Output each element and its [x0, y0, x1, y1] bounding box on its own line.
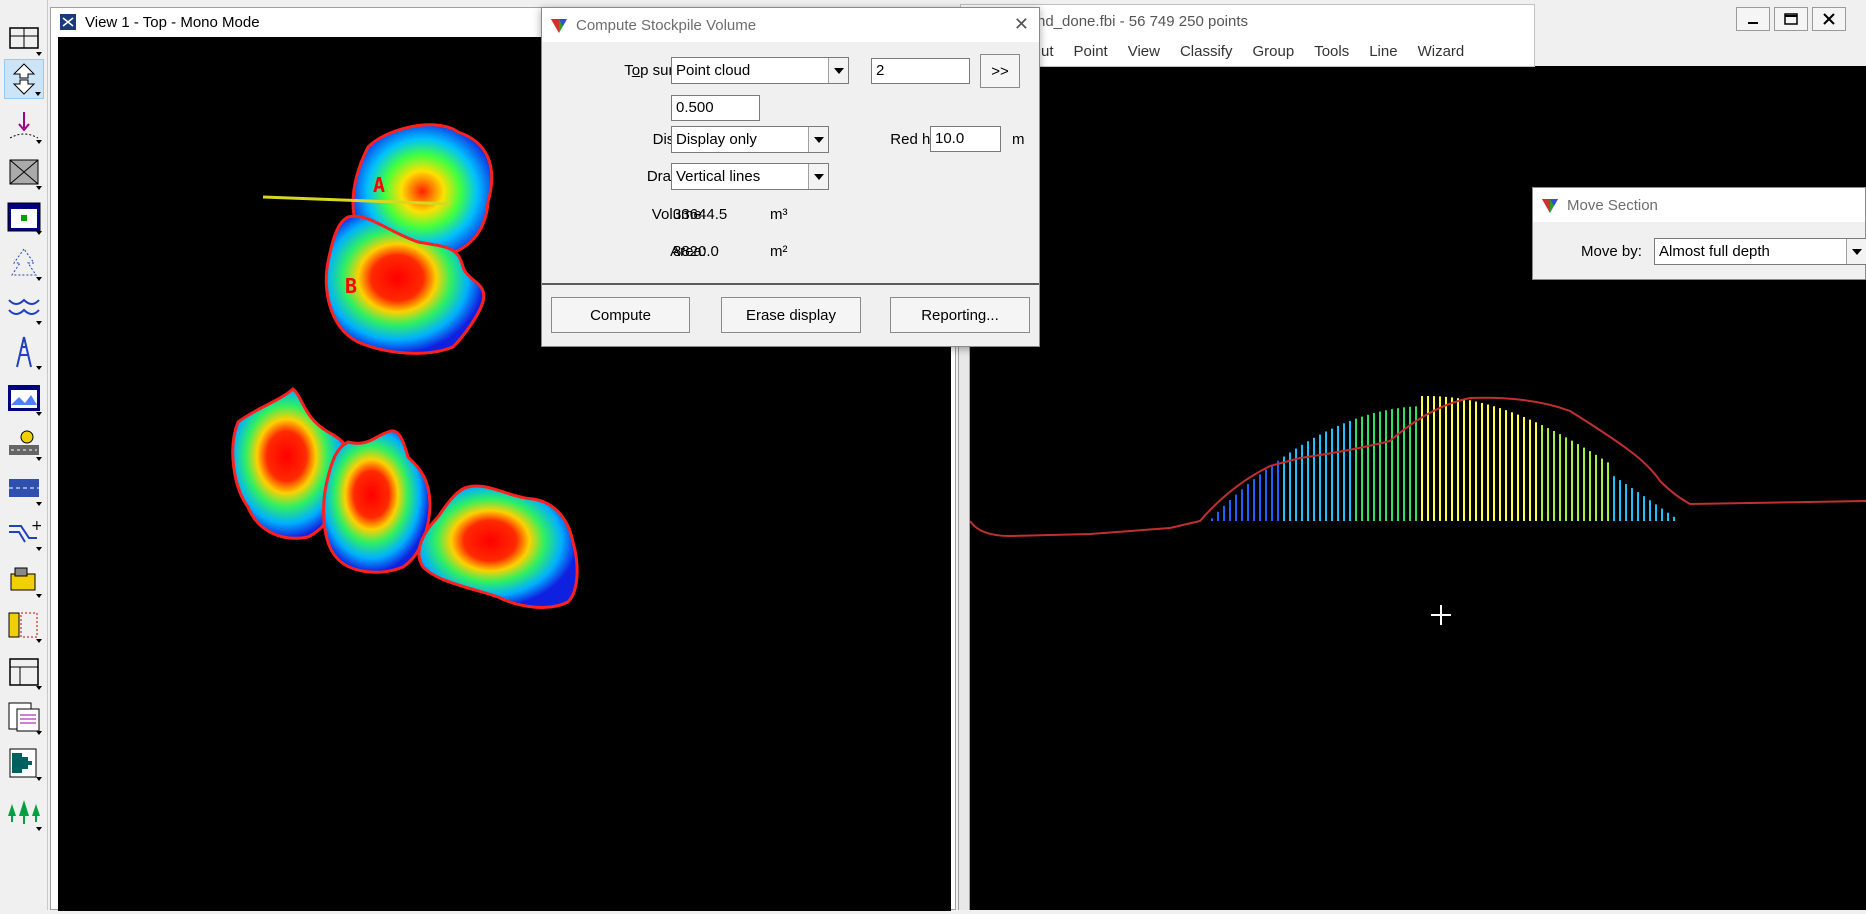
close-button[interactable]	[1812, 7, 1846, 31]
rail-tool-icon[interactable]	[4, 468, 44, 508]
draw-as-value: Vertical lines	[676, 168, 761, 185]
chevron-down-icon	[1846, 239, 1866, 264]
move-section-dialog: Move Section Move by: Almost full depth	[1532, 187, 1866, 280]
window-layout-icon[interactable]	[4, 652, 44, 692]
menu-item-classify[interactable]: Classify	[1170, 43, 1243, 60]
display-select[interactable]: Display only	[671, 126, 829, 153]
step-field[interactable]: 0.500	[671, 95, 760, 121]
surface-tool-icon[interactable]	[4, 152, 44, 192]
pile-label-a: A	[373, 173, 385, 197]
tower-tool-icon[interactable]	[4, 332, 44, 372]
app-logo-icon	[551, 19, 567, 33]
menu-item-point[interactable]: Point	[1064, 43, 1118, 60]
dialog-title-bar[interactable]: Compute Stockpile Volume	[542, 8, 1039, 42]
stockpile-e	[417, 484, 579, 609]
volume-unit: m³	[770, 206, 788, 223]
window-controls	[1736, 7, 1846, 31]
erase-display-button[interactable]: Erase display	[721, 297, 861, 333]
draw-as-select[interactable]: Vertical lines	[671, 163, 829, 190]
menu-item-tools[interactable]: Tools	[1304, 43, 1359, 60]
vegetation-tool-icon[interactable]	[4, 793, 44, 833]
wire-tool-icon[interactable]	[4, 287, 44, 327]
red-height-unit: m	[1012, 131, 1025, 148]
close-icon	[1823, 13, 1835, 25]
red-height-field[interactable]: 10.0	[930, 126, 1001, 152]
reporting-button[interactable]: Reporting...	[890, 297, 1030, 333]
top-surface-select[interactable]: Point cloud	[671, 57, 849, 84]
minimize-button[interactable]	[1736, 7, 1770, 31]
app-logo-icon	[1542, 199, 1558, 213]
compute-button[interactable]: Compute	[551, 297, 690, 333]
view-title: View 1 - Top - Mono Mode	[85, 13, 260, 31]
move-by-value: Almost full depth	[1659, 243, 1770, 260]
view-icon	[60, 14, 76, 30]
vehicle-tool-icon[interactable]	[4, 560, 44, 600]
report-tool-icon[interactable]	[4, 697, 44, 737]
pan-tool-icon[interactable]	[4, 59, 44, 99]
area-unit: m²	[770, 243, 788, 260]
menu-item-line[interactable]: Line	[1359, 43, 1407, 60]
menu-item-wizard[interactable]: Wizard	[1408, 43, 1475, 60]
move-by-label: Move by:	[1581, 243, 1642, 260]
compute-stockpile-dialog: Compute Stockpile Volume ✕ Top surface: …	[541, 7, 1040, 347]
menu-bar: ut Point View Classify Group Tools Line …	[1031, 43, 1474, 60]
minimize-icon	[1748, 22, 1758, 24]
move-section-title-bar[interactable]: Move Section	[1533, 188, 1865, 222]
main-window-bar: nd_done.fbi - 56 749 250 points ut Point…	[960, 4, 1535, 67]
dialog-separator	[542, 283, 1039, 285]
line-tool-icon[interactable]: +	[4, 513, 44, 553]
menu-item-group[interactable]: Group	[1242, 43, 1304, 60]
close-icon[interactable]: ✕	[1014, 14, 1029, 35]
more-button[interactable]: >>	[980, 54, 1020, 88]
ground-profile	[969, 396, 1866, 538]
top-surface-label-accel: o	[631, 62, 641, 79]
menu-item-view[interactable]: View	[1118, 43, 1170, 60]
tool-strip: +	[0, 0, 48, 910]
road-tool-icon[interactable]	[4, 423, 44, 463]
move-by-select[interactable]: Almost full depth	[1654, 238, 1866, 265]
compare-tool-icon[interactable]	[4, 605, 44, 645]
tool-layout-icon[interactable]	[4, 18, 44, 58]
top-surface-value: Point cloud	[676, 62, 751, 79]
chevron-down-icon	[808, 127, 828, 152]
display-value: Display only	[676, 131, 757, 148]
volume-value: 33644.5	[673, 206, 728, 223]
svg-text:+: +	[31, 518, 41, 534]
image-tool-icon[interactable]	[4, 378, 44, 418]
pile-label-b: B	[345, 274, 357, 298]
chevron-down-icon	[808, 164, 828, 189]
top-surface-label-pre: T	[624, 62, 632, 79]
restore-button[interactable]	[1774, 7, 1808, 31]
drop-point-icon[interactable]	[4, 106, 44, 146]
area-value: 8820.0	[673, 243, 719, 260]
restore-icon	[1784, 13, 1798, 25]
grid-tool-icon[interactable]	[4, 197, 44, 237]
move-section-title: Move Section	[1567, 196, 1658, 214]
tree-tool-icon[interactable]	[4, 243, 44, 283]
histogram-tool-icon[interactable]	[4, 743, 44, 783]
dialog-title: Compute Stockpile Volume	[576, 16, 757, 34]
main-window-title: nd_done.fbi - 56 749 250 points	[1037, 13, 1249, 30]
stockpile-d	[322, 429, 432, 574]
chevron-down-icon	[828, 58, 848, 83]
class-field[interactable]: 2	[871, 58, 970, 84]
